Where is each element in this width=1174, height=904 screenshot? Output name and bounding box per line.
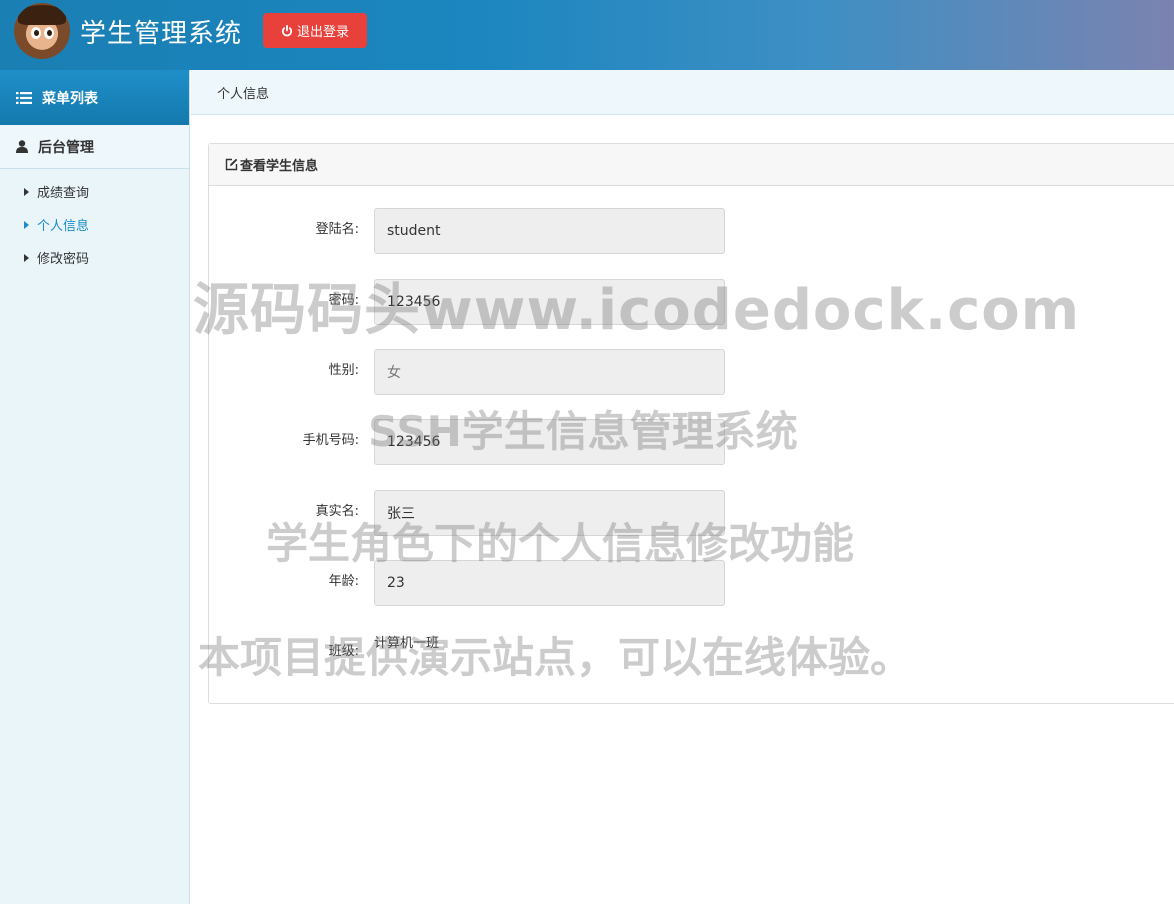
sidebar-item-profile[interactable]: 个人信息 [0,208,189,241]
menu-header: 菜单列表 [0,70,189,125]
user-icon [16,140,28,153]
panel-header: 查看学生信息 [209,144,1174,186]
realname-field[interactable]: 张三 [374,490,725,536]
gender-label: 性别: [328,363,359,378]
username-field[interactable]: student [374,208,725,254]
gender-field[interactable]: 女 [374,349,725,395]
caret-right-icon [24,220,29,229]
sidebar: 菜单列表 后台管理 成绩查询 个人信息 修改密码 [0,70,190,904]
sidebar-section-admin[interactable]: 后台管理 [0,125,189,169]
app-title: 学生管理系统 [80,19,243,49]
edit-icon [225,158,238,171]
class-value: 计算机一班 [374,636,440,651]
breadcrumb-current: 个人信息 [217,86,270,102]
power-icon [281,24,293,36]
caret-right-icon [24,253,29,262]
student-info-panel: 查看学生信息 登陆名: student 密码: 123456 性别: 女 手机号… [208,143,1174,704]
logout-label: 退出登录 [296,25,349,40]
form-row-username: 登陆名: student [209,208,809,254]
sidebar-item-label: 成绩查询 [37,186,90,201]
class-label: 班级: [328,644,359,659]
panel-title: 查看学生信息 [240,159,319,174]
form-row-realname: 真实名: 张三 [209,490,809,536]
sidebar-item-label: 个人信息 [37,219,90,234]
breadcrumb: 个人信息 [191,70,1174,115]
age-field[interactable]: 23 [374,560,725,606]
list-icon [16,91,32,104]
form-row-class: 班级: 计算机一班 [209,632,809,678]
form-row-gender: 性别: 女 [209,349,809,395]
username-label: 登陆名: [315,222,359,237]
section-title: 后台管理 [38,139,94,156]
user-avatar [14,3,70,59]
phone-label: 手机号码: [302,433,359,448]
phone-field[interactable]: 123456 [374,419,725,465]
menu-title: 菜单列表 [42,90,98,107]
realname-label: 真实名: [315,504,359,519]
sidebar-item-grades[interactable]: 成绩查询 [0,175,189,208]
form-row-phone: 手机号码: 123456 [209,419,809,465]
form-row-age: 年龄: 23 [209,560,809,606]
age-label: 年龄: [328,574,359,589]
password-field[interactable]: 123456 [374,279,725,325]
password-label: 密码: [328,293,359,308]
logout-button[interactable]: 退出登录 [263,13,367,48]
sidebar-item-label: 修改密码 [37,252,90,267]
form-row-password: 密码: 123456 [209,279,809,325]
sidebar-item-change-password[interactable]: 修改密码 [0,241,189,274]
top-header: 学生管理系统 退出登录 [0,0,1174,70]
caret-right-icon [24,187,29,196]
